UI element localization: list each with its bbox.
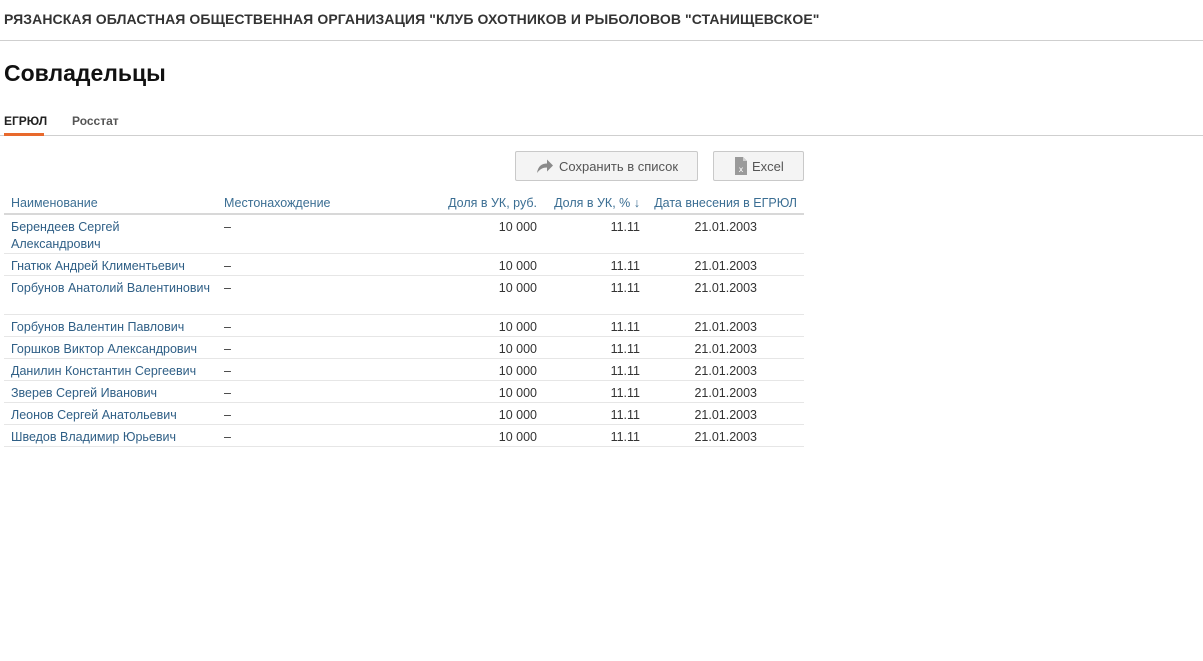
owner-date: 21.01.2003 xyxy=(694,386,757,400)
owner-date: 21.01.2003 xyxy=(694,364,757,378)
owner-date: 21.01.2003 xyxy=(694,281,757,295)
table-row: Леонов Сергей Анатольевич – 10 000 11.11… xyxy=(4,403,804,425)
owner-date: 21.01.2003 xyxy=(694,259,757,273)
table-row: Горбунов Анатолий Валентинович – 10 000 … xyxy=(4,276,804,315)
org-header: РЯЗАНСКАЯ ОБЛАСТНАЯ ОБЩЕСТВЕННАЯ ОРГАНИЗ… xyxy=(0,0,1203,41)
owner-location: – xyxy=(224,386,231,400)
owner-location: – xyxy=(224,220,231,234)
owner-share-pct: 11.11 xyxy=(610,220,640,234)
table-row: Шведов Владимир Юрьевич – 10 000 11.11 2… xyxy=(4,425,804,447)
owner-share-rub: 10 000 xyxy=(498,408,537,422)
owner-location: – xyxy=(224,342,231,356)
owner-date: 21.01.2003 xyxy=(694,430,757,444)
owner-share-rub: 10 000 xyxy=(498,430,537,444)
owner-location: – xyxy=(224,430,231,444)
owner-name-link[interactable]: Берендеев Сергей Александрович xyxy=(11,219,211,253)
org-name: РЯЗАНСКАЯ ОБЛАСТНАЯ ОБЩЕСТВЕННАЯ ОРГАНИЗ… xyxy=(4,11,820,27)
tab-rosstat[interactable]: Росстат xyxy=(72,114,119,128)
coowners-table: Наименование Местонахождение Доля в УК, … xyxy=(4,193,804,447)
owner-name-link[interactable]: Горшков Виктор Александрович xyxy=(11,341,211,358)
table-row: Берендеев Сергей Александрович – 10 000 … xyxy=(4,215,804,254)
owner-share-pct: 11.11 xyxy=(610,386,640,400)
tab-rosstat-label: Росстат xyxy=(72,114,119,128)
owner-share-rub: 10 000 xyxy=(498,386,537,400)
owner-name-link[interactable]: Зверев Сергей Иванович xyxy=(11,385,211,402)
excel-export-label: Excel xyxy=(752,159,784,174)
owner-share-pct: 11.11 xyxy=(610,408,640,422)
owner-date: 21.01.2003 xyxy=(694,320,757,334)
active-tab-indicator xyxy=(4,133,44,136)
owner-date: 21.01.2003 xyxy=(694,408,757,422)
table-row: Данилин Константин Сергеевич – 10 000 11… xyxy=(4,359,804,381)
column-header-name[interactable]: Наименование xyxy=(11,196,98,210)
column-header-share-rub[interactable]: Доля в УК, руб. xyxy=(448,196,537,210)
table-header: Наименование Местонахождение Доля в УК, … xyxy=(4,193,804,215)
owner-share-rub: 10 000 xyxy=(498,259,537,273)
owner-name-link[interactable]: Горбунов Валентин Павлович xyxy=(11,319,211,336)
owner-name-link[interactable]: Данилин Константин Сергеевич xyxy=(11,363,211,380)
owner-share-pct: 11.11 xyxy=(610,320,640,334)
owner-share-rub: 10 000 xyxy=(498,281,537,295)
owner-name-link[interactable]: Шведов Владимир Юрьевич xyxy=(11,429,211,446)
owner-location: – xyxy=(224,364,231,378)
tab-egrul-label: ЕГРЮЛ xyxy=(4,114,48,128)
owner-share-pct: 11.11 xyxy=(610,259,640,273)
owner-date: 21.01.2003 xyxy=(694,342,757,356)
share-arrow-icon xyxy=(536,158,554,177)
owner-share-pct: 11.11 xyxy=(610,430,640,444)
tabs-bar: ЕГРЮЛ Росстат xyxy=(0,110,1203,136)
column-header-date[interactable]: Дата внесения в ЕГРЮЛ xyxy=(654,196,797,210)
owner-location: – xyxy=(224,320,231,334)
owner-share-rub: 10 000 xyxy=(498,320,537,334)
save-to-list-label: Сохранить в список xyxy=(559,159,679,174)
column-header-location[interactable]: Местонахождение xyxy=(224,196,331,210)
owner-share-pct: 11.11 xyxy=(610,281,640,295)
owner-share-pct: 11.11 xyxy=(610,364,640,378)
table-row: Гнатюк Андрей Климентьевич – 10 000 11.1… xyxy=(4,254,804,276)
owner-name-link[interactable]: Леонов Сергей Анатольевич xyxy=(11,407,211,424)
table-row: Зверев Сергей Иванович – 10 000 11.11 21… xyxy=(4,381,804,403)
owner-location: – xyxy=(224,259,231,273)
owner-date: 21.01.2003 xyxy=(694,220,757,234)
owner-share-pct: 11.11 xyxy=(610,342,640,356)
table-row: Горшков Виктор Александрович – 10 000 11… xyxy=(4,337,804,359)
column-header-share-pct[interactable]: Доля в УК, % ↓ xyxy=(554,196,640,210)
page-title: Совладельцы xyxy=(4,60,166,86)
owner-name-link[interactable]: Горбунов Анатолий Валентинович xyxy=(11,280,211,297)
excel-file-icon: x xyxy=(734,156,748,179)
save-to-list-button[interactable]: Сохранить в список xyxy=(515,151,698,181)
tab-egrul[interactable]: ЕГРЮЛ xyxy=(4,114,48,136)
owner-location: – xyxy=(224,281,231,295)
owner-share-rub: 10 000 xyxy=(498,364,537,378)
owner-share-rub: 10 000 xyxy=(498,342,537,356)
owner-share-rub: 10 000 xyxy=(498,220,537,234)
owner-name-link[interactable]: Гнатюк Андрей Климентьевич xyxy=(11,258,211,275)
excel-export-button[interactable]: x Excel xyxy=(713,151,804,181)
owner-location: – xyxy=(224,408,231,422)
svg-text:x: x xyxy=(739,165,744,174)
table-row: Горбунов Валентин Павлович – 10 000 11.1… xyxy=(4,315,804,337)
